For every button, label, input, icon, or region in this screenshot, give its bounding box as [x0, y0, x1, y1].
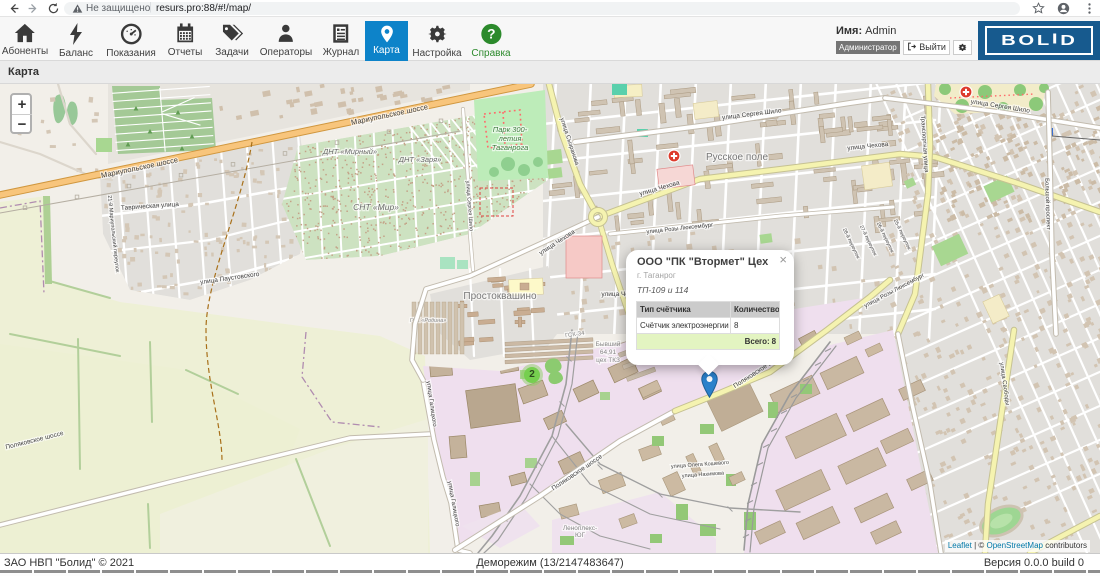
svg-text:СНТ «Мир»: СНТ «Мир»: [353, 202, 399, 212]
svg-text:Леноплекс-: Леноплекс-: [563, 525, 597, 532]
svg-text:ДНТ «Мирный»: ДНТ «Мирный»: [322, 147, 377, 156]
svg-text:Таганрога: Таганрога: [492, 143, 529, 152]
svg-text:цех ТКЗ: цех ТКЗ: [596, 357, 620, 364]
svg-text:Русское поле: Русское поле: [706, 152, 769, 163]
svg-text:64,91: 64,91: [600, 349, 617, 356]
svg-text:Бывший: Бывший: [596, 340, 621, 348]
svg-text:Простоквашино: Простоквашино: [463, 291, 537, 302]
svg-text:?: ?: [487, 27, 495, 42]
svg-text:Парк 300-: Парк 300-: [493, 125, 528, 134]
svg-text:ДНТ «Заря»: ДНТ «Заря»: [398, 155, 442, 164]
svg-text:летия: летия: [498, 134, 522, 143]
svg-text:ЮГ: ЮГ: [575, 532, 586, 539]
